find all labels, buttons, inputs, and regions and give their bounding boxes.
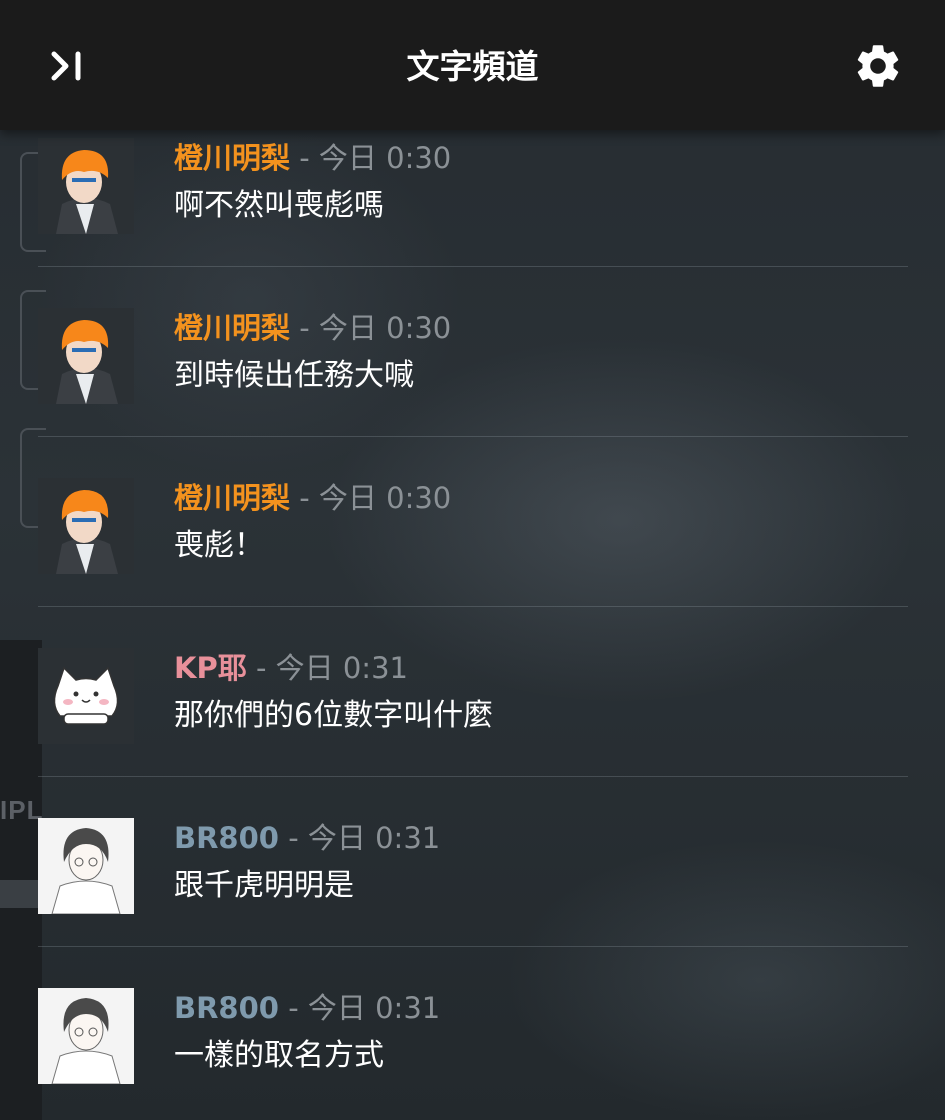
timestamp: 今日 0:31 [275, 651, 408, 685]
meta-separator: - [255, 651, 267, 685]
message-item[interactable]: KP耶 - 今日 0:31 那你們的6位數字叫什麼 [38, 640, 908, 810]
author-name[interactable]: 橙川明梨 [174, 141, 290, 175]
message-item[interactable]: BR800 - 今日 0:31 跟千虎明明是 [38, 810, 908, 980]
author-name[interactable]: KP耶 [174, 651, 247, 685]
message-item[interactable]: 橙川明梨 - 今日 0:30 啊不然叫喪彪嗎 [38, 130, 908, 300]
message-text: 喪彪！ [174, 528, 264, 563]
author-name[interactable]: 橙川明梨 [174, 481, 290, 515]
sketch-character-avatar-icon [38, 818, 134, 914]
author-name[interactable]: BR800 [174, 821, 279, 855]
message-header: BR800 - 今日 0:31 [174, 818, 440, 858]
white-cat-avatar-icon [38, 648, 134, 744]
message-item[interactable]: 橙川明梨 - 今日 0:30 喪彪！ [38, 470, 908, 640]
timestamp: 今日 0:30 [318, 481, 452, 515]
message-text: 那你們的6位數字叫什麼 [174, 698, 494, 733]
message-header: 橙川明梨 - 今日 0:30 [174, 308, 451, 348]
avatar[interactable] [38, 138, 134, 234]
message-text: 到時候出任務大喊 [174, 358, 414, 393]
avatar[interactable] [38, 988, 134, 1084]
message-divider [38, 946, 908, 947]
message-list[interactable]: 橙川明梨 - 今日 0:30 啊不然叫喪彪嗎 橙川明梨 - 今日 0:30 到時… [0, 130, 945, 1120]
message-divider [38, 776, 908, 777]
channel-header: 文字頻道 [0, 0, 945, 130]
orange-hair-character-avatar-icon [38, 138, 134, 234]
timestamp: 今日 0:31 [307, 821, 441, 855]
message-item[interactable]: 橙川明梨 - 今日 0:30 到時候出任務大喊 [38, 300, 908, 470]
channel-title: 文字頻道 [406, 47, 539, 86]
sketch-character-avatar-icon [38, 988, 134, 1084]
message-text: 啊不然叫喪彪嗎 [174, 188, 384, 223]
message-header: BR800 - 今日 0:31 [174, 988, 440, 1028]
meta-separator: - [299, 311, 310, 345]
message-text: 跟千虎明明是 [174, 868, 354, 903]
message-header: 橙川明梨 - 今日 0:30 [174, 478, 451, 518]
timestamp: 今日 0:30 [318, 311, 452, 345]
avatar[interactable] [38, 478, 134, 574]
gear-icon [857, 45, 899, 87]
orange-hair-character-avatar-icon [38, 478, 134, 574]
message-header: 橙川明梨 - 今日 0:30 [174, 138, 451, 178]
author-name[interactable]: BR800 [174, 991, 279, 1025]
timestamp: 今日 0:31 [307, 991, 441, 1025]
meta-separator: - [288, 991, 299, 1025]
avatar[interactable] [38, 648, 134, 744]
message-divider [38, 266, 908, 267]
meta-separator: - [288, 821, 299, 855]
message-header: KP耶 - 今日 0:31 [174, 648, 408, 688]
message-divider [38, 436, 908, 437]
orange-hair-character-avatar-icon [38, 308, 134, 404]
meta-separator: - [299, 481, 310, 515]
avatar[interactable] [38, 308, 134, 404]
message-divider [38, 606, 908, 607]
message-text: 一樣的取名方式 [174, 1038, 384, 1073]
settings-button[interactable] [852, 40, 904, 92]
timestamp: 今日 0:30 [318, 141, 452, 175]
meta-separator: - [299, 141, 310, 175]
message-item[interactable]: BR800 - 今日 0:31 一樣的取名方式 [38, 980, 908, 1120]
avatar[interactable] [38, 818, 134, 914]
author-name[interactable]: 橙川明梨 [174, 311, 290, 345]
